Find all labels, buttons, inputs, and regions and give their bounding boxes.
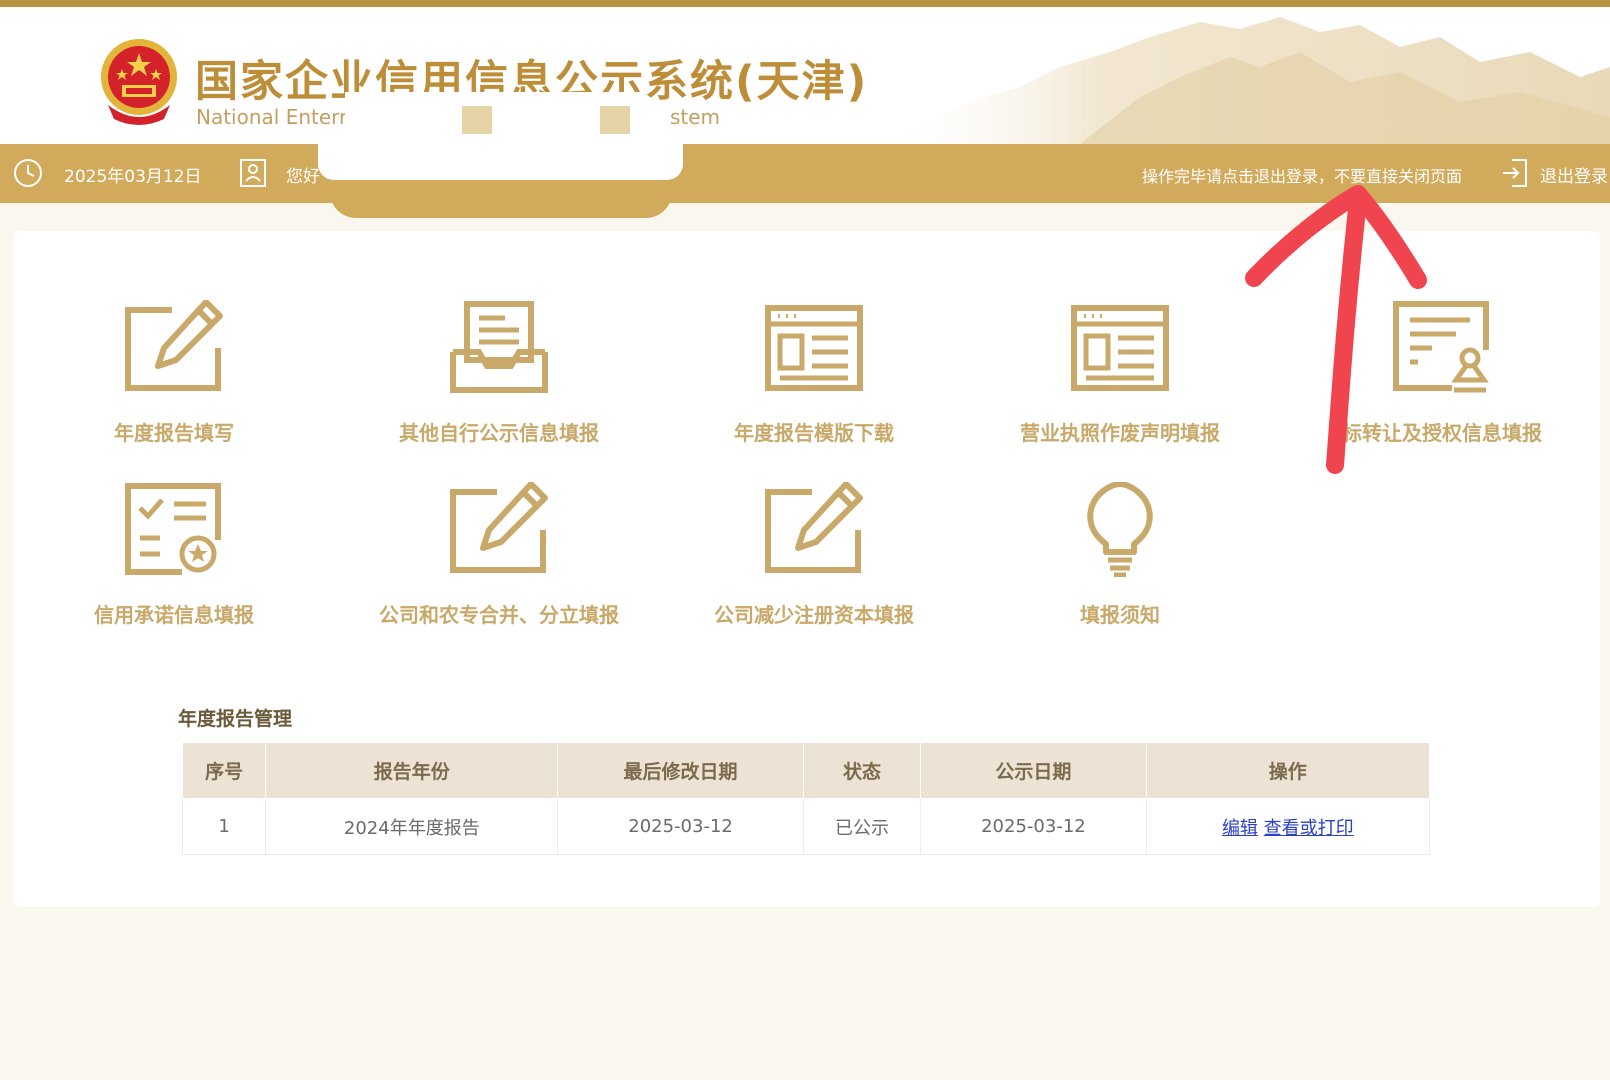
template-browser-icon (1071, 305, 1169, 391)
site-subtitle-left: National Enterr (196, 105, 348, 129)
info-bar: 2025年03月12日 您好 操作完毕请点击退出登录，不要直接关闭页面 退出登录 (0, 144, 1610, 203)
tile-label: 标转让及授权信息填报 (1342, 421, 1542, 445)
current-date: 2025年03月12日 (64, 167, 202, 187)
tile-license-void-statement[interactable]: 营业执照作废声明填报 (970, 300, 1270, 446)
tile-label: 年度报告模版下载 (734, 421, 894, 445)
tile-label: 公司减少注册资本填报 (714, 603, 914, 627)
table-header-row: 序号 报告年份 最后修改日期 状态 公示日期 操作 (181, 742, 1431, 799)
column-header: 报告年份 (265, 742, 559, 799)
tile-annual-report-template[interactable]: 年度报告模版下载 (664, 300, 964, 446)
lightbulb-icon (1087, 482, 1153, 577)
tile-label: 年度报告填写 (114, 421, 234, 445)
redaction-block (600, 106, 630, 134)
tile-merger-split[interactable]: 公司和农专合并、分立填报 (349, 482, 649, 628)
tile-other-self-disclosure[interactable]: 其他自行公示信息填报 (349, 300, 649, 446)
redaction-overlay (330, 180, 672, 218)
tile-filing-instructions[interactable]: 填报须知 (970, 482, 1270, 628)
logout-link[interactable]: 退出登录 (1540, 162, 1608, 187)
cell-actions: 编辑 查看或打印 (1145, 798, 1431, 855)
tile-label: 填报须知 (1080, 603, 1160, 627)
column-header: 公示日期 (920, 742, 1147, 799)
template-browser-icon (765, 305, 863, 391)
cell-index: 1 (181, 798, 267, 855)
edit-icon (765, 482, 863, 573)
tile-label: 公司和农专合并、分立填报 (379, 603, 619, 627)
annual-report-table: 序号 报告年份 最后修改日期 状态 公示日期 操作 1 2024年年度报告 20… (181, 742, 1431, 855)
logout-icon[interactable] (1500, 156, 1530, 190)
mountain-background (880, 17, 1610, 144)
edit-link[interactable]: 编辑 (1222, 818, 1258, 839)
tile-label: 其他自行公示信息填报 (399, 421, 599, 445)
edit-icon (125, 300, 223, 391)
tile-annual-report-fill[interactable]: 年度报告填写 (24, 300, 324, 446)
cell-published-date: 2025-03-12 (920, 798, 1147, 855)
cell-report-year: 2024年年度报告 (265, 798, 559, 855)
tile-capital-reduction[interactable]: 公司减少注册资本填报 (664, 482, 964, 628)
logout-notice: 操作完毕请点击退出登录，不要直接关闭页面 (1142, 167, 1463, 186)
site-subtitle-right: stem (669, 105, 721, 129)
column-header: 序号 (181, 742, 267, 799)
cell-status: 已公示 (802, 798, 922, 855)
redaction-overlay (318, 140, 683, 180)
edit-icon (450, 482, 548, 573)
view-print-link[interactable]: 查看或打印 (1264, 818, 1354, 839)
tile-credit-commitment[interactable]: 信用承诺信息填报 (24, 482, 324, 628)
certificate-stamp-icon (1393, 301, 1489, 393)
user-badge-icon (240, 159, 266, 187)
national-emblem-logo (101, 39, 177, 125)
tile-label: 信用承诺信息填报 (94, 603, 254, 627)
site-header: 国家企业信用信息公示系统(天津) National Enterr stem (0, 7, 1610, 144)
table-row: 1 2024年年度报告 2025-03-12 已公示 2025-03-12 编辑… (181, 798, 1431, 855)
clock-icon (14, 159, 42, 187)
checklist-badge-icon (125, 483, 221, 575)
column-header: 操作 (1145, 742, 1431, 799)
section-title: 年度报告管理 (178, 708, 293, 730)
tile-label: 营业执照作废声明填报 (1020, 421, 1220, 445)
cell-modified-date: 2025-03-12 (557, 798, 804, 855)
column-header: 最后修改日期 (557, 742, 804, 799)
redaction-block (462, 106, 492, 134)
inbox-document-icon (450, 301, 548, 393)
column-header: 状态 (802, 742, 922, 799)
user-greeting: 您好 (286, 167, 320, 187)
top-stripe (0, 0, 1610, 7)
tile-trademark-transfer[interactable]: 标转让及授权信息填报 (1292, 300, 1592, 446)
